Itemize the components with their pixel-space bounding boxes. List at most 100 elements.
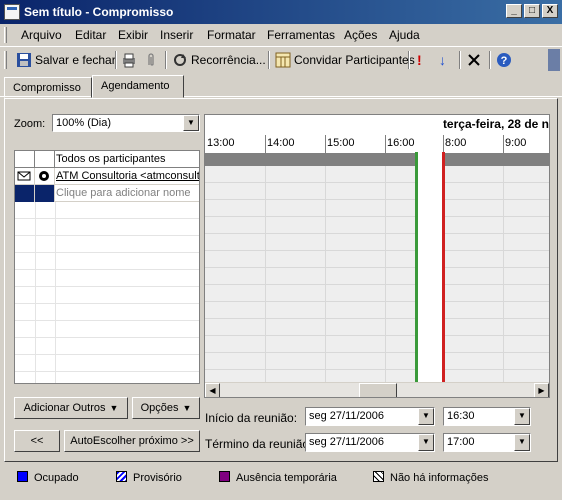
menu-inserir[interactable]: Inserir <box>160 28 193 42</box>
attendee-row[interactable]: ATM Consultoria <atmconsult <box>15 168 199 185</box>
autopick-previous-button[interactable]: << <box>14 430 60 452</box>
legend-tentative: Provisório <box>133 472 182 484</box>
time-label: 8:00 <box>445 137 467 149</box>
high-importance-button[interactable]: ! <box>417 51 422 69</box>
calendar-grid-icon <box>275 52 291 68</box>
exclamation-icon: ! <box>417 52 422 68</box>
recurrence-button[interactable]: Recorrência... <box>172 51 266 69</box>
maximize-button[interactable]: □ <box>524 4 540 18</box>
svg-text:?: ? <box>501 55 508 67</box>
chevron-down-icon[interactable]: ▼ <box>418 434 434 451</box>
chevron-down-icon[interactable]: ▼ <box>514 434 530 451</box>
toolbar-grip[interactable] <box>4 51 7 69</box>
attendee-list: Todos os participantes ATM Consultoria <… <box>14 150 200 384</box>
close-button[interactable]: X <box>542 4 558 18</box>
time-label: 16:00 <box>387 137 415 149</box>
add-attendee-row[interactable]: Clique para adicionar nome <box>15 185 199 202</box>
attendee-header: Todos os participantes <box>15 151 199 168</box>
tab-compromisso-label: Compromisso <box>13 82 81 94</box>
legend-out-of-office: Ausência temporária <box>236 472 337 484</box>
recurrence-label: Recorrência... <box>191 53 266 67</box>
end-date-value: seg 27/11/2006 <box>309 436 385 448</box>
attendee-response-cell <box>35 168 55 185</box>
envelope-icon <box>17 171 31 181</box>
autopick-next-button[interactable]: AutoEscolher próximo >> <box>64 430 200 452</box>
menubar-grip[interactable] <box>4 27 7 43</box>
required-attendee-icon <box>39 171 49 181</box>
menu-ferramentas[interactable]: Ferramentas <box>267 28 335 42</box>
save-close-button[interactable]: Salvar e fechar <box>16 51 116 69</box>
zoom-value: 100% (Dia) <box>56 117 112 129</box>
save-close-label: Salvar e fechar <box>35 53 116 67</box>
chevron-down-icon[interactable]: ▼ <box>514 408 530 425</box>
toolbar-options-button[interactable] <box>548 49 560 71</box>
add-others-button[interactable]: Adicionar Outros ▼ <box>14 397 128 419</box>
all-attendees-header: Todos os participantes <box>56 153 166 165</box>
legend-no-info: Não há informações <box>390 472 489 484</box>
delete-button[interactable] <box>467 51 481 69</box>
end-date-field[interactable]: seg 27/11/2006 ▼ <box>305 433 435 452</box>
hour-line <box>443 135 444 153</box>
start-time-value: 16:30 <box>447 410 475 422</box>
toolbar-separator <box>268 51 270 69</box>
column-type[interactable] <box>15 151 35 168</box>
meeting-end-label: Término da reunião: <box>205 437 313 451</box>
appointment-icon[interactable] <box>4 4 20 20</box>
help-icon: ? <box>497 53 511 67</box>
chevron-down-icon: ▼ <box>109 403 119 413</box>
zoom-select[interactable]: 100% (Dia) ▼ <box>52 114 200 132</box>
help-button[interactable]: ? <box>496 51 512 69</box>
options-label: Opções <box>140 402 179 414</box>
low-importance-button[interactable]: ↓ <box>439 51 446 69</box>
hour-line <box>325 135 326 153</box>
toolbar-separator <box>489 51 491 69</box>
time-label: 14:00 <box>267 137 295 149</box>
chevron-down-icon[interactable]: ▼ <box>183 115 199 131</box>
start-date-value: seg 27/11/2006 <box>309 410 385 422</box>
end-time-field[interactable]: 17:00 ▼ <box>443 433 531 452</box>
invite-attendees-button[interactable]: Convidar Participantes <box>275 51 415 69</box>
all-attendees-busy-bar <box>205 153 549 166</box>
time-label: 13:00 <box>207 137 235 149</box>
add-others-label: Adicionar Outros <box>23 402 106 414</box>
attendee-response-cell <box>35 185 55 202</box>
grid-line <box>265 166 266 384</box>
print-button[interactable] <box>121 51 137 69</box>
hour-line <box>503 135 504 153</box>
horizontal-scrollbar[interactable]: ◀ ▶ <box>205 382 549 397</box>
options-button[interactable]: Opções ▼ <box>132 397 200 419</box>
chevron-down-icon[interactable]: ▼ <box>418 408 434 425</box>
autopick-next-label: AutoEscolher próximo >> <box>70 435 194 447</box>
recurrence-icon <box>174 54 186 66</box>
hour-line <box>265 135 266 153</box>
tentative-swatch <box>116 471 127 482</box>
start-time-field[interactable]: 16:30 ▼ <box>443 407 531 426</box>
window-title: Sem título - Compromisso <box>24 5 174 19</box>
menu-exibir[interactable]: Exibir <box>118 28 148 42</box>
scroll-right-arrow-icon[interactable]: ▶ <box>534 383 549 397</box>
menu-editar[interactable]: Editar <box>75 28 106 42</box>
out-of-office-swatch <box>219 471 230 482</box>
legend-busy: Ocupado <box>34 472 79 484</box>
scroll-thumb[interactable] <box>359 383 397 397</box>
standard-toolbar: Salvar e fechar Recorrência... Convidar … <box>0 46 562 72</box>
toolbar-separator <box>459 51 461 69</box>
meeting-start-label: Início da reunião: <box>205 411 298 425</box>
invite-label: Convidar Participantes <box>294 53 415 67</box>
free-busy-grid: terça-feira, 28 de n 13:00 14:00 15:00 1… <box>204 114 550 398</box>
scroll-left-arrow-icon[interactable]: ◀ <box>205 383 220 397</box>
start-date-field[interactable]: seg 27/11/2006 ▼ <box>305 407 435 426</box>
tab-agendamento[interactable]: Agendamento <box>92 75 184 98</box>
column-response[interactable] <box>35 151 55 168</box>
menu-bar: Arquivo Editar Exibir Inserir Formatar F… <box>0 24 562 46</box>
schedule-grid-area[interactable] <box>205 166 549 384</box>
tab-compromisso[interactable]: Compromisso <box>4 77 92 98</box>
menu-formatar[interactable]: Formatar <box>207 28 256 42</box>
menu-acoes[interactable]: Ações <box>344 28 377 42</box>
attach-button[interactable] <box>145 51 157 69</box>
minimize-button[interactable]: _ <box>506 4 522 18</box>
meeting-time-block[interactable] <box>415 152 445 384</box>
menu-arquivo[interactable]: Arquivo <box>21 28 62 42</box>
menu-ajuda[interactable]: Ajuda <box>389 28 420 42</box>
chevron-down-icon: ▼ <box>182 403 192 413</box>
